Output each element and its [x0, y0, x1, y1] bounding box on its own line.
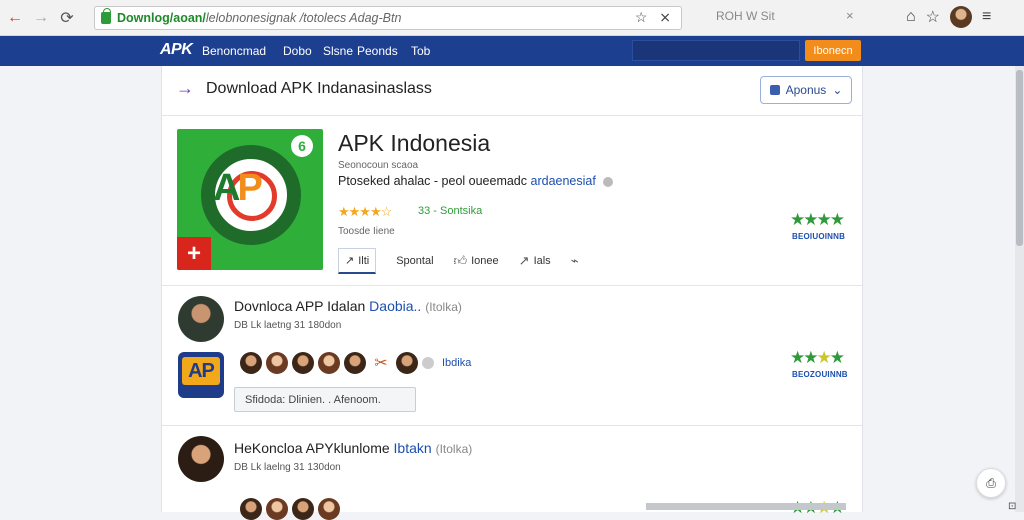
avatar [292, 352, 314, 374]
side-rating-stars: ★★★★ [790, 348, 845, 367]
like-button[interactable]: 👍︎ Ionee [454, 253, 499, 269]
thumbs-up-icon: 👍︎ [453, 253, 468, 268]
url-path: lelobnonesignak /totolecs Adag-Btn [205, 11, 402, 25]
horizontal-scrollbar[interactable] [646, 503, 846, 510]
avatar [240, 498, 262, 520]
side-rating-stars: ★★★★ [790, 210, 845, 229]
app-description: Ptoseked ahalac - peol oueemadc ardaenes… [338, 174, 614, 188]
reload-icon[interactable]: ⟳ [54, 5, 80, 31]
header-action-button[interactable]: Ibonecn [805, 40, 861, 61]
download-button-label: Aponus [785, 83, 827, 97]
lock-icon [101, 8, 111, 24]
download-title: Download APK Indanasinaslass [206, 80, 432, 97]
primary-action-button[interactable]: ↗ Ilti [338, 248, 377, 274]
avatar [292, 498, 314, 520]
link-button[interactable]: ⌁ [571, 253, 579, 269]
site-search-input[interactable] [632, 40, 800, 61]
list-item[interactable]: HeKoncloa APYklunlome Ibtakn (Itolka) DB… [162, 426, 862, 520]
user-avatar [178, 296, 224, 342]
info-icon [603, 176, 614, 187]
avatar [266, 498, 288, 520]
address-bar[interactable]: Downlog/aoan/ lelobnonesignak /totolecs … [94, 6, 682, 30]
bookmark-star-icon[interactable]: ☆ ⨯ [635, 9, 675, 26]
site-header: APK Benoncmad Dobo Slsne Peonds Tob Ibon… [0, 36, 1024, 66]
chevron-down-icon: ⌄ [832, 83, 843, 97]
nav-link-3[interactable]: Slsne [323, 44, 353, 58]
list-item[interactable]: Dovnloca APP Idalan Daobia.. (Itolka) DB… [162, 286, 862, 426]
app-icon-letters: AP [213, 167, 263, 209]
main-content: → Download APK Indanasinaslass Aponus ⌄ … [161, 66, 863, 520]
edit-icon: ↗ [345, 255, 355, 267]
app-hero: AP 6 + APK Indonesia Seonocoun scaoa Pto… [162, 116, 862, 286]
menu-icon[interactable]: ≡ [982, 8, 991, 26]
forward-button[interactable]: ↗ Ials [519, 253, 551, 269]
arrow-right-icon: → [176, 78, 194, 98]
user-avatar [178, 436, 224, 482]
avatar [240, 352, 262, 374]
tab-title[interactable]: ROH W Sit [716, 9, 775, 23]
link-icon: ⌁ [570, 253, 579, 268]
avatar [318, 352, 340, 374]
rating-text: 33 - Sontsika [418, 205, 483, 217]
app-title: APK Indonesia [338, 130, 491, 156]
app-description-link[interactable]: ardaenesiaf [531, 174, 596, 188]
app-actions: ↗ Ilti Spontal 👍︎ Ionee ↗ Ials ⌁ [338, 248, 579, 274]
nav-link-5[interactable]: Tob [411, 44, 430, 58]
app-subtitle: Seonocoun scaoa [338, 160, 419, 171]
app-large-icon: AP 6 + [177, 129, 323, 270]
list-item-meta: DB Lk laelng 31 130don [234, 462, 341, 473]
info-icon [422, 357, 434, 369]
avatar [266, 352, 288, 374]
list-item-meta: DB Lk laetng 31 180don [234, 320, 342, 331]
avatar [344, 352, 366, 374]
tab-close-icon[interactable]: × [846, 8, 854, 23]
home-icon[interactable]: ⌂ [906, 8, 916, 26]
user-avatar-group [240, 498, 340, 520]
list-item-title[interactable]: Dovnloca APP Idalan Daobia.. (Itolka) [234, 298, 462, 314]
nav-link-1[interactable]: Benoncmad [202, 44, 266, 58]
tag-filter-box[interactable]: Sfidoda: Dlinien. . Afenoom. [234, 387, 416, 412]
rating-stars: ★★★★☆ [338, 204, 392, 219]
back-arrow-icon[interactable]: ← [2, 5, 28, 31]
bookmarks-star-icon[interactable]: ☆ [926, 7, 940, 27]
share-arrow-icon: ↗ [518, 253, 530, 268]
side-rating-caption: BEOZOUINNB [792, 370, 848, 379]
list-item-title[interactable]: HeKoncloa APYklunlome Ibtakn (Itolka) [234, 440, 472, 456]
forward-arrow-icon[interactable]: → [28, 5, 54, 31]
avatar [318, 498, 340, 520]
app-meta: Toosde Iiene [338, 226, 395, 237]
url-host: Downlog/aoan/ [117, 11, 206, 25]
user-avatar-group: ✂ Ibdika [240, 352, 471, 374]
app-icon [769, 85, 780, 95]
profile-avatar[interactable] [950, 6, 973, 28]
app-small-icon: AP [178, 352, 224, 398]
download-dropdown-button[interactable]: Aponus ⌄ [760, 76, 852, 104]
nav-link-2[interactable]: Dobo [283, 44, 312, 58]
browser-toolbar: ← → ⟳ Downlog/aoan/ lelobnonesignak /tot… [0, 0, 1024, 36]
site-logo[interactable]: APK [160, 41, 193, 59]
tools-icon: ✂ [374, 355, 388, 372]
download-bar: → Download APK Indanasinaslass Aponus ⌄ [162, 66, 862, 116]
side-rating-caption: BEOIUOINNB [792, 232, 846, 241]
share-button[interactable]: Spontal [396, 255, 433, 267]
app-icon-badge: 6 [291, 135, 313, 157]
scrollbar-thumb[interactable] [1016, 70, 1023, 246]
avatar [396, 352, 418, 374]
resize-corner-icon: ⊡ [1008, 501, 1017, 512]
avatar-group-label[interactable]: Ibdika [442, 357, 471, 369]
feedback-icon[interactable]: ⎙ [976, 468, 1006, 498]
plus-icon: + [177, 237, 211, 270]
nav-link-4[interactable]: Peonds [357, 44, 398, 58]
